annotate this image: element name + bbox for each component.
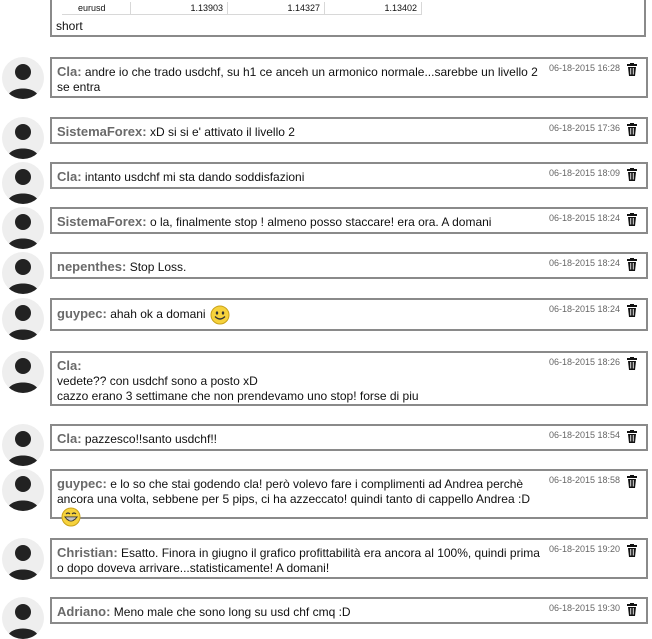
username[interactable]: Christian: <box>57 545 118 560</box>
message-text: Stop Loss. <box>129 260 187 274</box>
trash-icon[interactable] <box>626 357 638 370</box>
trash-icon[interactable] <box>626 123 638 136</box>
message-text: andre io che trado usdchf, su h1 ce ance… <box>57 65 538 94</box>
timestamp: 06-18-2015 18:26 <box>548 357 620 367</box>
message-text-line: vedete?? con usdchf sono a posto xD <box>57 374 258 388</box>
trash-icon[interactable] <box>626 430 638 443</box>
timestamp: 06-18-2015 18:24 <box>548 258 620 268</box>
trash-icon[interactable] <box>626 168 638 181</box>
avatar <box>2 351 44 393</box>
message-text: e lo so che stai godendo cla! però volev… <box>57 477 530 506</box>
table-cell: eurusd <box>62 2 131 15</box>
message-bubble: Cla: pazzesco!!santo usdchf!! 06-18-2015… <box>50 424 648 451</box>
username[interactable]: Cla: <box>57 431 82 446</box>
message-text: Meno male che sono long su usd chf cmq :… <box>113 605 351 619</box>
message-bubble: Cla: andre io che trado usdchf, su h1 ce… <box>50 57 648 98</box>
timestamp: 06-18-2015 18:24 <box>548 213 620 223</box>
table-cell: 1.14327 <box>227 2 325 15</box>
timestamp: 06-18-2015 16:28 <box>548 63 620 73</box>
timestamp: 06-18-2015 18:58 <box>548 475 620 485</box>
table-row: eurusd 1.13903 1.14327 1.13402 <box>62 2 422 15</box>
avatar <box>2 424 44 466</box>
avatar <box>2 162 44 204</box>
message-text: o la, finalmente stop ! almeno posso sta… <box>149 215 492 229</box>
table-cell: 1.13402 <box>324 2 422 15</box>
message-text: ahah ok a domani <box>110 307 206 322</box>
message-bubble: Cla: intanto usdchf mi sta dando soddisf… <box>50 162 648 189</box>
message-bubble: guypec: e lo so che stai godendo cla! pe… <box>50 469 648 527</box>
avatar <box>2 117 44 159</box>
avatar <box>2 469 44 511</box>
message-text: short <box>56 19 83 33</box>
message-bubble: Adriano: Meno male che sono long su usd … <box>50 597 648 624</box>
username[interactable]: Cla: <box>57 169 82 184</box>
smile-emoji-icon <box>210 305 230 325</box>
timestamp: 06-18-2015 18:24 <box>548 304 620 314</box>
quote-table: eurusd 1.13903 1.14327 1.13402 <box>62 2 422 15</box>
username[interactable]: guypec: <box>57 476 107 491</box>
avatar <box>2 57 44 99</box>
avatar <box>2 252 44 294</box>
avatar <box>2 538 44 580</box>
trash-icon[interactable] <box>626 603 638 616</box>
username[interactable]: SistemaForex: <box>57 124 147 139</box>
message-bubble: SistemaForex: o la, finalmente stop ! al… <box>50 207 648 234</box>
avatar <box>2 207 44 249</box>
username[interactable]: guypec: <box>57 306 107 321</box>
trash-icon[interactable] <box>626 475 638 488</box>
trash-icon[interactable] <box>626 213 638 226</box>
avatar <box>2 597 44 639</box>
timestamp: 06-18-2015 18:09 <box>548 168 620 178</box>
trash-icon[interactable] <box>626 544 638 557</box>
username[interactable]: Cla: <box>57 64 82 79</box>
message-text: pazzesco!!santo usdchf!! <box>84 432 217 446</box>
timestamp: 06-18-2015 17:36 <box>548 123 620 133</box>
username[interactable]: SistemaForex: <box>57 214 147 229</box>
table-cell: 1.13903 <box>130 2 228 15</box>
message-bubble: Cla: vedete?? con usdchf sono a posto xD… <box>50 351 648 406</box>
grin-emoji-icon <box>61 507 81 527</box>
message-bubble-top: eurusd 1.13903 1.14327 1.13402 short <box>50 0 646 37</box>
message-bubble: nepenthes: Stop Loss. 06-18-2015 18:24 <box>50 252 648 279</box>
trash-icon[interactable] <box>626 304 638 317</box>
trash-icon[interactable] <box>626 63 638 76</box>
message-text-line: cazzo erano 3 settimane che non prendeva… <box>57 389 419 403</box>
username[interactable]: Adriano: <box>57 604 110 619</box>
avatar <box>2 298 44 340</box>
timestamp: 06-18-2015 19:30 <box>548 603 620 613</box>
message-text: Esatto. Finora in giugno il grafico prof… <box>57 546 540 575</box>
message-bubble: guypec: ahah ok a domani 06-18-2015 18:2… <box>50 298 648 331</box>
username[interactable]: nepenthes: <box>57 259 126 274</box>
message-text: intanto usdchf mi sta dando soddisfazion… <box>84 170 305 184</box>
username[interactable]: Cla: <box>57 358 82 373</box>
message-bubble: Christian: Esatto. Finora in giugno il g… <box>50 538 648 579</box>
message-bubble: SistemaForex: xD si si e' attivato il li… <box>50 117 648 144</box>
message-text: xD si si e' attivato il livello 2 <box>149 125 295 139</box>
timestamp: 06-18-2015 18:54 <box>548 430 620 440</box>
trash-icon[interactable] <box>626 258 638 271</box>
timestamp: 06-18-2015 19:20 <box>548 544 620 554</box>
